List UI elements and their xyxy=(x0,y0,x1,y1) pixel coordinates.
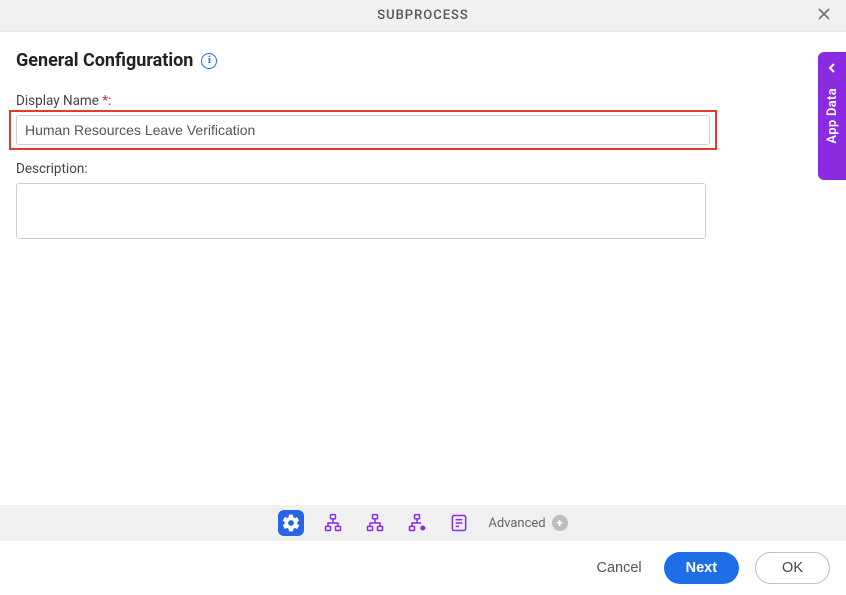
display-name-input-wrap xyxy=(16,115,710,145)
close-button[interactable] xyxy=(812,4,836,28)
sitemap-gear-icon xyxy=(407,513,427,533)
dialog-window: SUBPROCESS General Configuration i Displ… xyxy=(0,0,846,595)
app-data-tab-label: App Data xyxy=(825,88,840,144)
sitemap-icon xyxy=(323,513,343,533)
close-icon xyxy=(816,6,832,26)
ok-button[interactable]: OK xyxy=(755,552,830,584)
display-name-input[interactable] xyxy=(16,115,710,145)
form-tab[interactable] xyxy=(446,510,472,536)
description-field: Description: xyxy=(16,161,826,243)
hierarchy-tab-1[interactable] xyxy=(320,510,346,536)
dialog-title: SUBPROCESS xyxy=(377,8,469,23)
next-button[interactable]: Next xyxy=(664,552,739,584)
sitemap-icon xyxy=(365,513,385,533)
label-suffix: : xyxy=(108,93,111,109)
description-label: Description: xyxy=(16,161,826,177)
section-header: General Configuration i xyxy=(16,50,826,71)
description-input[interactable] xyxy=(16,183,706,239)
display-name-label-text: Display Name xyxy=(16,93,99,109)
form-icon xyxy=(449,513,469,533)
settings-tab[interactable] xyxy=(278,510,304,536)
display-name-label: Display Name *: xyxy=(16,93,826,109)
bottom-toolbar: Advanced + xyxy=(0,505,846,541)
section-title: General Configuration xyxy=(16,50,193,71)
cancel-button[interactable]: Cancel xyxy=(590,559,647,577)
gear-icon xyxy=(281,513,301,533)
advanced-toggle[interactable]: Advanced + xyxy=(488,515,567,531)
titlebar: SUBPROCESS xyxy=(0,0,846,32)
dialog-footer: Cancel Next OK xyxy=(0,541,846,595)
toolbar-icons xyxy=(278,510,472,536)
hierarchy-settings-tab[interactable] xyxy=(404,510,430,536)
app-data-tab[interactable]: App Data xyxy=(818,52,846,180)
display-name-field: Display Name *: xyxy=(16,93,826,145)
plus-circle-icon: + xyxy=(552,515,568,531)
advanced-label: Advanced xyxy=(488,516,545,531)
dialog-body: General Configuration i Display Name *: … xyxy=(0,32,846,505)
hierarchy-tab-2[interactable] xyxy=(362,510,388,536)
info-icon[interactable]: i xyxy=(201,53,217,69)
chevron-left-icon xyxy=(826,62,838,74)
